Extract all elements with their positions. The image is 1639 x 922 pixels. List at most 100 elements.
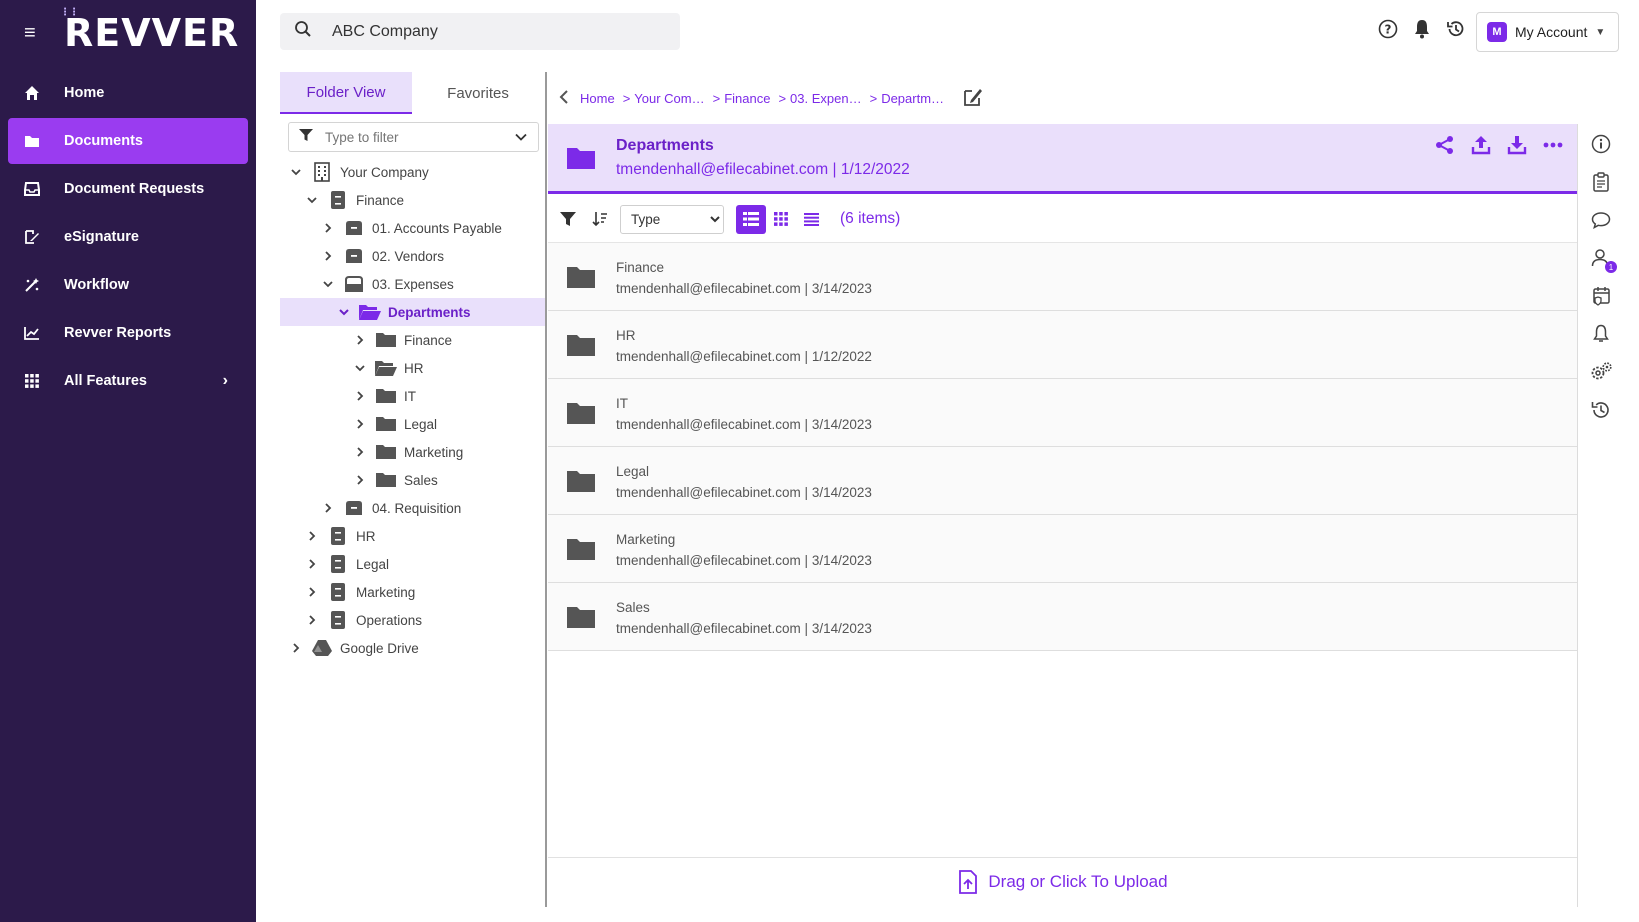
tree-node[interactable]: Finance (280, 186, 547, 214)
tree-node[interactable]: Your Company (280, 158, 547, 186)
compact-view-button[interactable] (796, 205, 826, 234)
chevron-right-icon[interactable] (288, 642, 304, 654)
tree-node[interactable]: Legal (280, 550, 547, 578)
tree-node[interactable]: 01. Accounts Payable (280, 214, 547, 242)
help-icon[interactable]: ? (1377, 18, 1399, 40)
tab-folder-view[interactable]: Folder View (280, 72, 412, 114)
chevron-right-icon[interactable] (304, 614, 320, 626)
cabinet-icon (326, 526, 350, 546)
tree-node[interactable]: Finance (280, 326, 547, 354)
tree-node[interactable]: 03. Expenses (280, 270, 547, 298)
chevron-right-icon[interactable] (320, 250, 336, 262)
tree-node[interactable]: Sales (280, 466, 547, 494)
tree-node[interactable]: Marketing (280, 578, 547, 606)
breadcrumb-home[interactable]: Home (580, 91, 615, 106)
sidebar-item-documents[interactable]: Documents (8, 118, 248, 164)
breadcrumb-departments[interactable]: Departm… (881, 91, 944, 106)
sidebar-item-revver-reports[interactable]: Revver Reports (8, 310, 248, 356)
tree-node[interactable]: HR (280, 354, 547, 382)
breadcrumb-expenses[interactable]: 03. Expen… (790, 91, 862, 106)
sort-type-select[interactable]: Type (620, 204, 724, 234)
bell-outline-icon[interactable] (1589, 322, 1613, 346)
history-icon[interactable] (1445, 18, 1467, 40)
tree-filter-input[interactable] (325, 129, 505, 145)
search-input[interactable] (332, 22, 652, 41)
tree-filter[interactable] (288, 122, 539, 152)
chevron-right-icon[interactable] (352, 334, 368, 346)
list-view-button[interactable] (736, 204, 766, 234)
sort-icon[interactable] (588, 207, 612, 231)
filter-icon[interactable] (556, 207, 580, 231)
list-item[interactable]: Sales tmendenhall@efilecabinet.com | 3/1… (548, 583, 1578, 651)
tree-node[interactable]: Operations (280, 606, 547, 634)
list-item[interactable]: Marketing tmendenhall@efilecabinet.com |… (548, 515, 1578, 583)
calendar-shield-icon[interactable] (1589, 284, 1613, 308)
chevron-down-icon[interactable] (288, 166, 304, 178)
chevron-down-icon[interactable] (304, 194, 320, 206)
bell-icon[interactable] (1411, 18, 1433, 40)
tree-node[interactable]: IT (280, 382, 547, 410)
folder-open-icon (358, 302, 382, 322)
tree-node[interactable]: HR (280, 522, 547, 550)
breadcrumb-finance[interactable]: Finance (724, 91, 770, 106)
edit-icon[interactable] (962, 87, 984, 110)
info-icon[interactable] (1589, 132, 1613, 156)
sidebar-item-all-features[interactable]: All Features › (8, 358, 248, 404)
hamburger-menu-icon[interactable]: ≡ (24, 22, 48, 45)
chevron-down-icon[interactable] (514, 130, 528, 149)
sidebar-item-home[interactable]: Home (8, 70, 248, 116)
settings-gears-icon[interactable] (1589, 360, 1613, 384)
chevron-right-icon[interactable] (352, 474, 368, 486)
download-icon[interactable] (1506, 134, 1528, 156)
filter-icon (299, 128, 313, 147)
tree-node[interactable]: Legal (280, 410, 547, 438)
chevron-down-icon[interactable] (352, 362, 368, 374)
item-name: IT (616, 396, 628, 411)
chevron-right-icon[interactable] (304, 558, 320, 570)
more-options-icon[interactable] (1542, 134, 1564, 156)
chevron-right-icon[interactable] (320, 502, 336, 514)
chevron-right-icon[interactable] (352, 418, 368, 430)
list-item[interactable]: HR tmendenhall@efilecabinet.com | 1/12/2… (548, 311, 1578, 379)
divider (1577, 124, 1578, 907)
list-item[interactable]: IT tmendenhall@efilecabinet.com | 3/14/2… (548, 379, 1578, 447)
breadcrumb-your-company[interactable]: Your Com… (634, 91, 704, 106)
chevron-right-icon[interactable] (320, 222, 336, 234)
chevron-down-icon[interactable] (336, 306, 352, 318)
tree-node[interactable]: Google Drive (280, 634, 547, 662)
chevron-right-icon[interactable] (352, 390, 368, 402)
tree-node-selected[interactable]: Departments (280, 298, 547, 326)
upload-icon[interactable] (1470, 134, 1492, 156)
sidebar-item-document-requests[interactable]: Document Requests (8, 166, 248, 212)
chevron-right-icon[interactable] (304, 586, 320, 598)
chevron-down-icon[interactable] (320, 278, 336, 290)
chevron-right-icon[interactable] (352, 446, 368, 458)
tree-node-label: 04. Requisition (372, 500, 462, 516)
grid-view-button[interactable] (766, 205, 796, 234)
chevron-right-icon[interactable] (304, 530, 320, 542)
user-permissions-icon[interactable]: 1 (1589, 246, 1617, 273)
clipboard-icon[interactable] (1589, 170, 1613, 194)
breadcrumb-separator: > (622, 91, 631, 106)
tree-node[interactable]: 02. Vendors (280, 242, 547, 270)
tree-node[interactable]: Marketing (280, 438, 547, 466)
tab-favorites[interactable]: Favorites (412, 72, 544, 114)
search-bar[interactable] (280, 13, 680, 50)
tree-tabs: Folder View Favorites (280, 72, 547, 114)
list-item[interactable]: Finance tmendenhall@efilecabinet.com | 3… (548, 243, 1578, 311)
revver-logo[interactable]: ⋮⋮ REVVER (60, 8, 239, 56)
folder-subtitle: tmendenhall@efilecabinet.com | 1/12/2022 (616, 161, 910, 178)
my-account-button[interactable]: M My Account ▼ (1476, 12, 1619, 52)
upload-dropzone[interactable]: Drag or Click To Upload (548, 858, 1578, 906)
tree-node-label: Marketing (356, 584, 416, 600)
sidebar-item-workflow[interactable]: Workflow (8, 262, 248, 308)
back-chevron-icon[interactable] (558, 89, 570, 108)
share-icon[interactable] (1434, 134, 1456, 156)
list-item[interactable]: Legal tmendenhall@efilecabinet.com | 3/1… (548, 447, 1578, 515)
comment-icon[interactable] (1589, 208, 1613, 232)
tree-node-label: Finance (404, 332, 453, 348)
tree-node[interactable]: 04. Requisition (280, 494, 547, 522)
sidebar-item-esignature[interactable]: eSignature (8, 214, 248, 260)
history-icon[interactable] (1589, 398, 1613, 422)
panel-divider[interactable] (545, 72, 547, 907)
